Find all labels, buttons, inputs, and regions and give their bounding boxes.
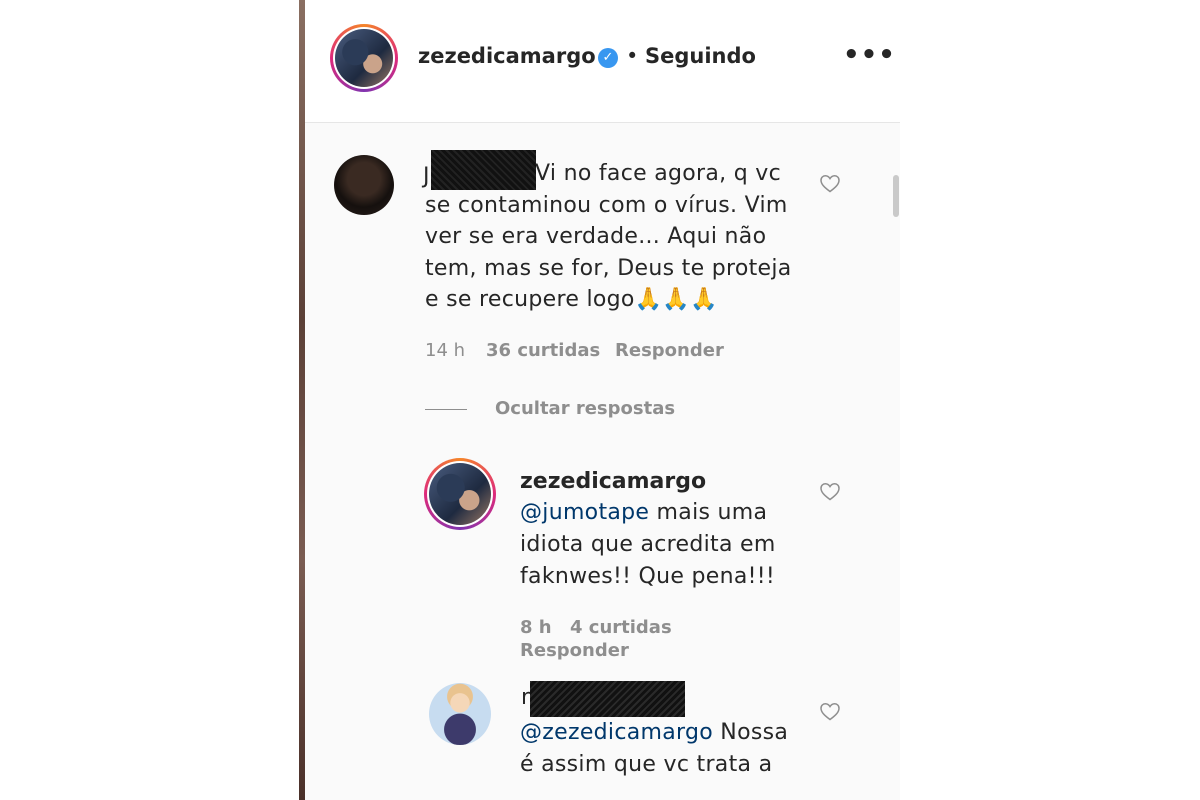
author-username[interactable]: zezedicamargo <box>418 44 596 68</box>
reply-text: @zezedicamargo Nossa é assim que vc trat… <box>520 717 790 781</box>
mention-link[interactable]: @jumotape <box>520 500 649 525</box>
comment-text: Vi no face agora, q vc se contaminou com… <box>425 161 792 312</box>
mention-link[interactable]: @zezedicamargo <box>520 720 713 745</box>
hide-replies-button[interactable]: Ocultar respostas <box>495 398 675 419</box>
verified-badge-icon: ✓ <box>598 48 618 68</box>
header-separator: • <box>626 44 639 68</box>
cutoff-overlay <box>305 783 900 800</box>
more-options-icon[interactable]: ••• <box>843 40 896 70</box>
comment-time: 14 h <box>425 340 466 361</box>
reply-author-username[interactable]: zezedicamargo <box>520 469 706 494</box>
comment-likes[interactable]: 36 curtidas <box>486 340 600 361</box>
reply-time: 8 h <box>520 617 552 638</box>
like-heart-icon[interactable] <box>818 171 842 195</box>
comments-panel: zezedicamargo ✓ • Seguindo ••• J Vi no f… <box>305 0 900 800</box>
like-heart-icon[interactable] <box>818 479 842 503</box>
post-header: zezedicamargo ✓ • Seguindo ••• <box>305 0 900 123</box>
reply-button[interactable]: Responder <box>615 340 724 361</box>
commenter-avatar[interactable] <box>334 155 394 215</box>
following-button[interactable]: Seguindo <box>645 44 756 68</box>
redacted-username <box>530 681 685 717</box>
reply-author-avatar[interactable] <box>424 458 496 530</box>
reply-text: @jumotape mais uma idiota que acredita e… <box>520 497 780 593</box>
replies-divider <box>425 409 467 410</box>
reply-button[interactable]: Responder <box>520 640 629 661</box>
reply-author-avatar[interactable] <box>429 683 491 745</box>
author-avatar[interactable] <box>330 24 398 92</box>
reply-likes[interactable]: 4 curtidas <box>570 617 672 638</box>
like-heart-icon[interactable] <box>818 699 842 723</box>
scrollbar-thumb[interactable] <box>893 175 899 217</box>
